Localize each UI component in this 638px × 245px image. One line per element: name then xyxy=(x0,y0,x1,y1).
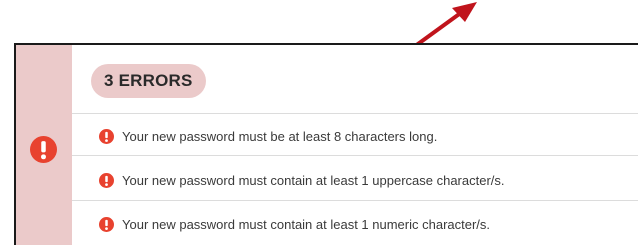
exclamation-circle-icon xyxy=(99,128,114,144)
error-text: Your new password must contain at least … xyxy=(122,172,505,188)
divider xyxy=(72,155,638,156)
error-text: Your new password must be at least 8 cha… xyxy=(122,128,438,144)
error-panel: 3 ERRORS Your new password must be at le… xyxy=(14,43,638,245)
exclamation-circle-icon xyxy=(99,216,114,232)
error-text: Your new password must contain at least … xyxy=(122,216,491,232)
exclamation-circle-icon xyxy=(99,172,114,188)
error-sidebar xyxy=(16,45,72,245)
error-item: Your new password must contain at least … xyxy=(99,215,490,233)
error-item: Your new password must contain at least … xyxy=(99,171,505,189)
exclamation-circle-icon xyxy=(30,136,57,163)
error-count-badge: 3 ERRORS xyxy=(91,64,206,98)
divider xyxy=(72,113,638,114)
error-item: Your new password must be at least 8 cha… xyxy=(99,127,437,145)
divider xyxy=(72,200,638,201)
